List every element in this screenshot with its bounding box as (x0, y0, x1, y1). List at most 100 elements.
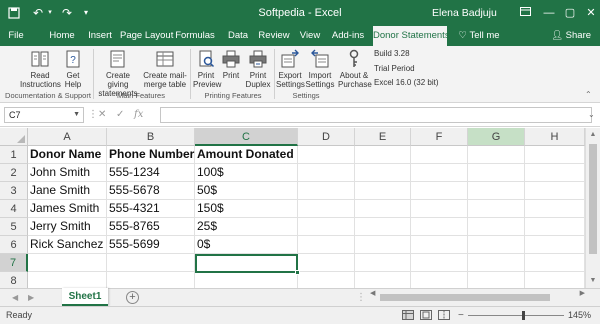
expand-formula-bar-icon[interactable]: ⌄ (588, 107, 595, 123)
cell-d4[interactable] (298, 200, 355, 218)
cell-b5[interactable]: 555-8765 (107, 218, 195, 236)
cancel-icon[interactable]: ✕ (98, 107, 106, 123)
cell-g6[interactable] (468, 236, 525, 254)
cell-d2[interactable] (298, 164, 355, 182)
row-header-3[interactable]: 3 (0, 182, 28, 200)
import-settings-button[interactable]: Import Settings (305, 49, 335, 89)
insert-function-icon[interactable]: fx (134, 107, 143, 123)
row-header-2[interactable]: 2 (0, 164, 28, 182)
cell-b7[interactable] (107, 254, 195, 272)
cell-b1[interactable]: Phone Number (107, 146, 195, 164)
print-duplex-button[interactable]: Print Duplex (244, 49, 272, 89)
scroll-left-icon[interactable]: ◀ (370, 289, 375, 297)
tab-home[interactable]: Home (45, 26, 79, 46)
add-sheet-icon[interactable]: + (126, 291, 139, 304)
column-header-a[interactable]: A (28, 128, 107, 146)
zoom-slider-knob[interactable] (522, 311, 525, 320)
cell-a5[interactable]: Jerry Smith (28, 218, 107, 236)
cell-h6[interactable] (525, 236, 585, 254)
cell-c5[interactable]: 25$ (195, 218, 298, 236)
scroll-up-icon[interactable]: ▲ (586, 128, 600, 142)
cell-g1[interactable] (468, 146, 525, 164)
create-mail-merge-button[interactable]: Create mail-merge table (142, 49, 188, 89)
cell-e7[interactable] (355, 254, 411, 272)
cell-g8[interactable] (468, 272, 525, 288)
horizontal-scroll-thumb[interactable] (380, 294, 550, 301)
tab-add-ins[interactable]: Add-ins (328, 26, 368, 46)
cell-h4[interactable] (525, 200, 585, 218)
tell-me-search[interactable]: ♡ Tell me (452, 26, 506, 46)
cell-h8[interactable] (525, 272, 585, 288)
splitter-icon[interactable]: ⋮ (356, 289, 366, 306)
export-settings-button[interactable]: Export Settings (276, 49, 305, 89)
tab-file[interactable]: File (2, 26, 30, 46)
cell-e2[interactable] (355, 164, 411, 182)
cell-d5[interactable] (298, 218, 355, 236)
collapse-ribbon-icon[interactable]: ⌃ (585, 90, 592, 99)
page-layout-view-icon[interactable] (420, 310, 432, 320)
enter-icon[interactable]: ✓ (116, 107, 124, 123)
cell-d6[interactable] (298, 236, 355, 254)
tab-page-layout[interactable]: Page Layout (120, 26, 173, 46)
tab-view[interactable]: View (296, 26, 324, 46)
cell-a4[interactable]: James Smith (28, 200, 107, 218)
cell-b8[interactable] (107, 272, 195, 288)
cell-f6[interactable] (411, 236, 468, 254)
name-box[interactable]: C7 ▼ (4, 107, 84, 123)
cell-e8[interactable] (355, 272, 411, 288)
cell-h2[interactable] (525, 164, 585, 182)
cell-e6[interactable] (355, 236, 411, 254)
horizontal-scrollbar[interactable]: ◀ ▶ (370, 289, 585, 303)
column-header-c[interactable]: C (195, 128, 298, 146)
cell-h7[interactable] (525, 254, 585, 272)
cell-f5[interactable] (411, 218, 468, 236)
column-header-e[interactable]: E (355, 128, 411, 146)
cell-g4[interactable] (468, 200, 525, 218)
cell-g3[interactable] (468, 182, 525, 200)
print-preview-button[interactable]: Print Preview (193, 49, 221, 89)
previous-sheet-icon[interactable]: ◀ (12, 289, 18, 306)
active-cell-c7[interactable] (195, 254, 300, 275)
row-header-6[interactable]: 6 (0, 236, 28, 254)
cell-c1[interactable]: Amount Donated (195, 146, 298, 164)
sheet-tab-sheet1[interactable]: Sheet1 (62, 288, 108, 306)
zoom-slider[interactable] (468, 311, 564, 320)
row-header-7[interactable]: 7 (0, 254, 28, 272)
column-header-f[interactable]: F (411, 128, 468, 146)
zoom-level[interactable]: 145% (568, 307, 591, 324)
cell-f8[interactable] (411, 272, 468, 288)
column-header-d[interactable]: D (298, 128, 355, 146)
cell-h5[interactable] (525, 218, 585, 236)
cell-d8[interactable] (298, 272, 355, 288)
cell-b3[interactable]: 555-5678 (107, 182, 195, 200)
read-instructions-button[interactable]: Read Instructions (20, 49, 61, 89)
column-header-h[interactable]: H (525, 128, 585, 146)
tab-data[interactable]: Data (225, 26, 251, 46)
row-header-1[interactable]: 1 (0, 146, 28, 164)
cell-c3[interactable]: 50$ (195, 182, 298, 200)
row-header-5[interactable]: 5 (0, 218, 28, 236)
chevron-down-icon[interactable]: ▼ (73, 108, 80, 122)
get-help-button[interactable]: ? Get Help (62, 49, 84, 89)
cell-g7[interactable] (468, 254, 525, 272)
cell-b4[interactable]: 555-4321 (107, 200, 195, 218)
cell-e4[interactable] (355, 200, 411, 218)
cell-f2[interactable] (411, 164, 468, 182)
cell-a6[interactable]: Rick Sanchez (28, 236, 107, 254)
cell-a1[interactable]: Donor Name (28, 146, 107, 164)
cell-e1[interactable] (355, 146, 411, 164)
row-header-8[interactable]: 8 (0, 272, 28, 288)
column-header-g[interactable]: G (468, 128, 525, 146)
share-button[interactable]: 👤︎ Share (548, 26, 594, 46)
cell-a8[interactable] (28, 272, 107, 288)
cell-g2[interactable] (468, 164, 525, 182)
cell-b6[interactable]: 555-5699 (107, 236, 195, 254)
cell-a7[interactable] (28, 254, 107, 272)
cell-c6[interactable]: 0$ (195, 236, 298, 254)
cell-c2[interactable]: 100$ (195, 164, 298, 182)
page-break-view-icon[interactable] (438, 310, 450, 320)
cell-c8[interactable] (195, 272, 298, 288)
cell-h3[interactable] (525, 182, 585, 200)
cell-c4[interactable]: 150$ (195, 200, 298, 218)
next-sheet-icon[interactable]: ▶ (28, 289, 34, 306)
